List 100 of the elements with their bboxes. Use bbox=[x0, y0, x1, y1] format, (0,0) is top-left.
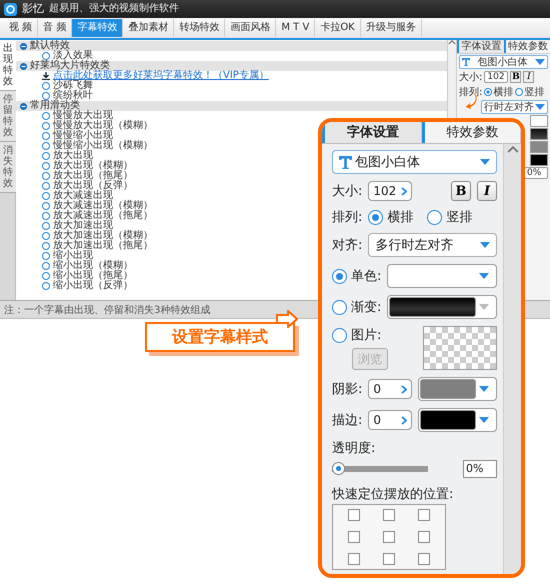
italic-button[interactable]: I bbox=[523, 71, 534, 83]
collapse-icon[interactable] bbox=[20, 62, 27, 70]
effect-label[interactable]: 慢慢放大出现 bbox=[53, 111, 113, 121]
effect-label[interactable]: 放大出现（模糊） bbox=[53, 161, 133, 171]
radio-button[interactable] bbox=[42, 82, 50, 90]
effect-label[interactable]: 沙砾飞舞 bbox=[53, 81, 93, 91]
radio-button[interactable] bbox=[42, 122, 50, 130]
effect-label[interactable]: 缩小出现（模糊） bbox=[53, 261, 133, 271]
bold-button[interactable]: B bbox=[510, 71, 522, 83]
position-checkbox[interactable] bbox=[382, 531, 395, 543]
radio-button[interactable] bbox=[42, 202, 50, 210]
menu-tab[interactable]: 视 频 bbox=[4, 19, 38, 37]
effect-label[interactable]: 放大加速出现（拖尾） bbox=[53, 241, 153, 251]
panel-tab[interactable]: 特效参数 bbox=[422, 122, 521, 143]
menu-tab[interactable]: 字幕特效 bbox=[72, 19, 124, 37]
bold-button[interactable]: B bbox=[451, 181, 471, 201]
scroll-up-icon[interactable] bbox=[448, 40, 456, 45]
position-checkbox[interactable] bbox=[418, 531, 430, 543]
menu-tab[interactable]: 升级与服务 bbox=[360, 19, 422, 37]
radio-button[interactable] bbox=[42, 252, 50, 260]
opacity-field[interactable]: 0% bbox=[524, 167, 548, 179]
radio-button[interactable] bbox=[42, 232, 50, 240]
position-checkbox[interactable] bbox=[348, 509, 360, 521]
radio-button[interactable] bbox=[42, 142, 50, 150]
radio-button[interactable] bbox=[42, 212, 50, 220]
stroke-color-dropdown[interactable] bbox=[418, 408, 497, 432]
radio-button[interactable] bbox=[42, 192, 50, 200]
menu-tab[interactable]: M T V bbox=[276, 19, 316, 37]
position-checkbox[interactable] bbox=[418, 509, 430, 521]
effect-label[interactable]: 慢慢缩小出现 bbox=[53, 131, 113, 141]
side-tab[interactable]: 消失特效 bbox=[0, 142, 16, 193]
radio-button[interactable] bbox=[42, 222, 50, 230]
fill-radio[interactable]: 单色: bbox=[332, 267, 382, 285]
slider-thumb[interactable] bbox=[332, 462, 345, 475]
color-dropdown[interactable] bbox=[387, 264, 497, 288]
effect-label[interactable]: 放大减速出现（拖尾） bbox=[53, 211, 153, 221]
shadow-swatch[interactable] bbox=[530, 141, 548, 153]
gradient-swatch[interactable] bbox=[530, 128, 548, 140]
effect-label[interactable]: 缩小出现 bbox=[53, 251, 93, 261]
side-tab[interactable]: 停留特效 bbox=[0, 91, 16, 142]
position-checkbox[interactable] bbox=[348, 531, 360, 543]
color-swatch[interactable] bbox=[530, 115, 548, 127]
effect-label[interactable]: 淡入效果 bbox=[53, 51, 93, 61]
position-checkbox[interactable] bbox=[382, 509, 395, 521]
radio-button[interactable] bbox=[42, 172, 50, 180]
effect-label[interactable]: 慢慢缩小出现（模糊） bbox=[53, 141, 153, 151]
radio-button[interactable] bbox=[42, 152, 50, 160]
italic-button[interactable]: I bbox=[477, 181, 497, 201]
effect-label[interactable]: 放大减速出现 bbox=[53, 191, 113, 201]
group-header[interactable]: 默认特效 bbox=[16, 41, 447, 51]
effect-label[interactable]: 缩小出现（反弹） bbox=[53, 281, 133, 291]
position-checkbox[interactable] bbox=[382, 553, 395, 565]
collapse-icon[interactable] bbox=[20, 42, 27, 50]
effect-label[interactable]: 放大出现 bbox=[53, 151, 93, 161]
gradient-dropdown[interactable] bbox=[387, 295, 497, 319]
menu-tab[interactable]: 转场特效 bbox=[174, 19, 226, 37]
menu-tab[interactable]: 叠加素材 bbox=[123, 19, 174, 37]
shadow-field[interactable]: 0 bbox=[368, 379, 412, 399]
arrangement-radio[interactable]: 横排 bbox=[368, 208, 414, 226]
size-field[interactable]: 102 bbox=[368, 181, 412, 201]
radio-button[interactable] bbox=[42, 242, 50, 250]
arrangement-radio[interactable]: 竖排 bbox=[427, 208, 472, 226]
side-tab[interactable]: 出现特效 bbox=[0, 40, 16, 91]
position-checkbox[interactable] bbox=[348, 553, 360, 565]
shadow-color-dropdown[interactable] bbox=[418, 377, 497, 401]
effect-label[interactable]: 缤纷秋叶 bbox=[53, 91, 93, 101]
group-header[interactable]: 常用滑动类 bbox=[16, 101, 447, 111]
arrangement-radio[interactable]: 竖排 bbox=[515, 85, 544, 99]
scroll-up-icon[interactable] bbox=[506, 146, 518, 154]
radio-button[interactable] bbox=[42, 272, 50, 280]
opacity-field[interactable]: 0% bbox=[463, 460, 497, 478]
effect-label[interactable]: 放大出现（反弹） bbox=[53, 181, 133, 191]
menu-tab[interactable]: 画面风格 bbox=[225, 19, 276, 37]
font-select[interactable]: 包图小白体 bbox=[459, 55, 548, 69]
align-select[interactable]: 多行时左对齐 bbox=[368, 233, 497, 257]
stroke-swatch[interactable] bbox=[530, 154, 548, 166]
position-checkbox[interactable] bbox=[418, 553, 430, 565]
radio-button[interactable] bbox=[42, 52, 50, 60]
menu-tab[interactable]: 卡拉OK bbox=[315, 19, 361, 37]
size-field[interactable]: 102 bbox=[484, 71, 508, 83]
panel-tab[interactable]: 特效参数 bbox=[504, 40, 550, 53]
panel-tab[interactable]: 字体设置 bbox=[322, 122, 422, 143]
stroke-field[interactable]: 0 bbox=[368, 410, 412, 430]
effect-label[interactable]: 放大减速出现（模糊） bbox=[53, 201, 153, 211]
radio-button[interactable] bbox=[42, 282, 50, 290]
arrangement-radio[interactable]: 横排 bbox=[484, 85, 514, 99]
panel-tab[interactable]: 字体设置 bbox=[457, 40, 504, 53]
collapse-icon[interactable] bbox=[20, 102, 27, 110]
effect-label[interactable]: 放大加速出现（模糊） bbox=[53, 231, 153, 241]
effect-label[interactable]: 慢慢放大出现（模糊） bbox=[53, 121, 153, 131]
radio-button[interactable] bbox=[42, 162, 50, 170]
radio-button[interactable] bbox=[42, 112, 50, 120]
group-header[interactable]: 好莱坞大片特效类 bbox=[16, 61, 447, 71]
font-select[interactable]: 包图小白体 bbox=[332, 150, 497, 174]
fill-radio[interactable]: 图片: bbox=[332, 326, 388, 344]
fill-radio[interactable]: 渐变: bbox=[332, 298, 382, 316]
vip-link[interactable]: 点击此处获取更多好莱坞字幕特效！（VIP专属） bbox=[53, 71, 269, 81]
radio-button[interactable] bbox=[42, 182, 50, 190]
radio-button[interactable] bbox=[42, 262, 50, 270]
radio-button[interactable] bbox=[42, 132, 50, 140]
